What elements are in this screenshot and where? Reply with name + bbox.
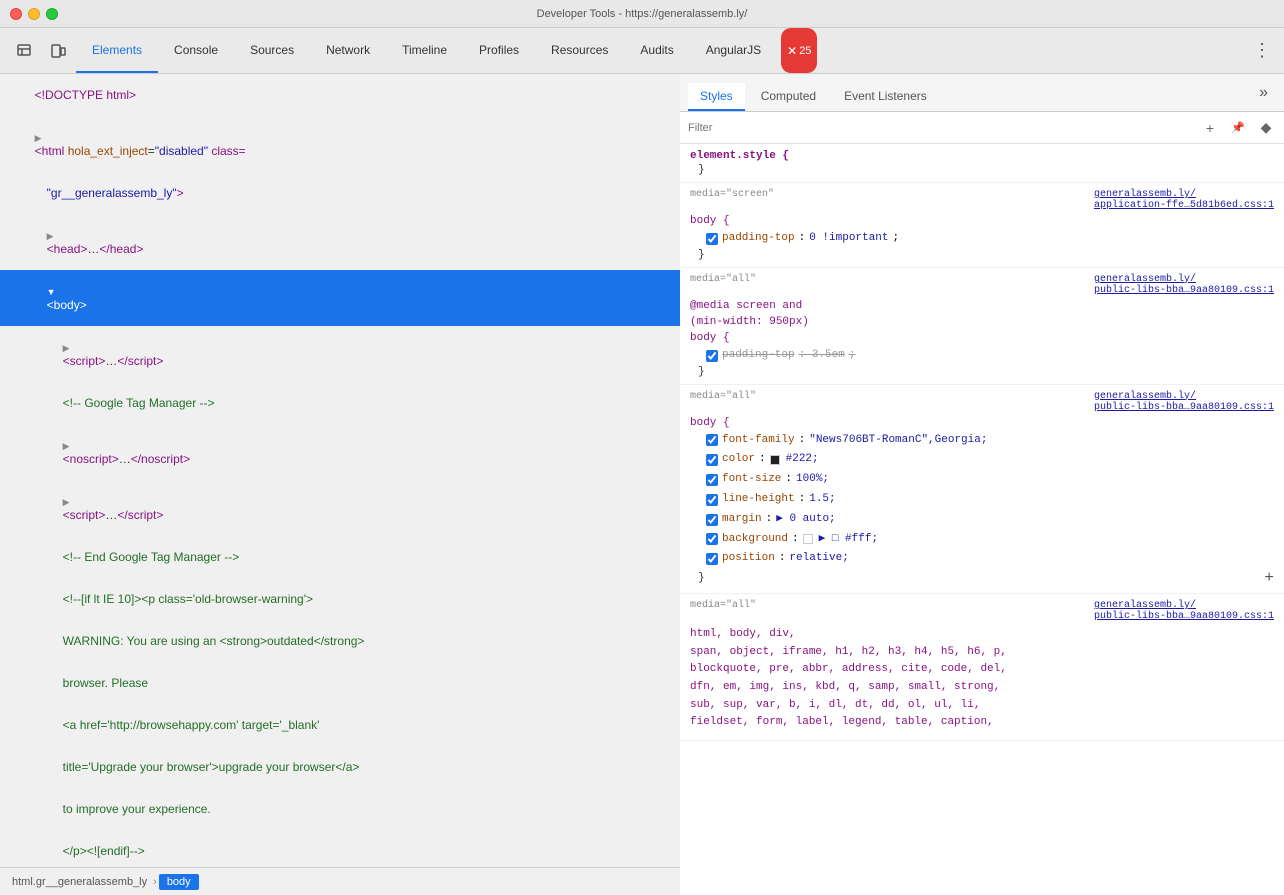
styles-panel: Styles Computed Event Listeners » + 📌 ◆ [680,74,1284,895]
title-bar: Developer Tools - https://generalassemb.… [0,0,1284,28]
maximize-button[interactable] [46,8,58,20]
css-rule-all-body-full: media="all" generalassemb.ly/public-libs… [680,385,1284,595]
color-format-button[interactable]: ◆ [1256,118,1276,138]
css-rule-screen-body: media="screen" generalassemb.ly/applicat… [680,183,1284,268]
traffic-lights [10,8,58,20]
html-line-comment-gtm-end: <!-- End Google Tag Manager --> [0,536,680,578]
css-rule-all-media-screen: media="all" generalassemb.ly/public-libs… [680,268,1284,385]
filter-icons: + 📌 ◆ [1200,118,1276,138]
main-content: <!DOCTYPE html> ▶ <html hola_ext_inject=… [0,74,1284,895]
styles-tabs: Styles Computed Event Listeners » [680,74,1284,112]
tab-angularjs[interactable]: AngularJS [690,28,777,73]
color-swatch-fff[interactable] [803,534,813,544]
css-prop-fs-checkbox[interactable] [706,474,718,486]
css-prop-padding-top-strikethrough: padding-top: 3.5em; [690,346,1274,366]
css-rule-selectors-header: media="all" generalassemb.ly/public-libs… [690,600,1274,622]
html-line-doctype: <!DOCTYPE html> [0,74,680,116]
tab-elements[interactable]: Elements [76,28,158,73]
color-swatch-222[interactable] [770,455,780,465]
css-rule-element-style: element.style { } [680,144,1284,183]
html-line-warning1: WARNING: You are using an <strong>outdat… [0,620,680,662]
html-line-comment-gtm: <!-- Google Tag Manager --> [0,382,680,424]
filter-input[interactable] [688,122,1200,134]
tab-timeline[interactable]: Timeline [386,28,463,73]
inspect-element-button[interactable] [8,35,40,67]
error-badge[interactable]: ✕ 25 [781,28,817,73]
css-rule-screen-header: media="screen" generalassemb.ly/applicat… [690,189,1274,211]
html-line-head[interactable]: ▶ <head>…</head> [0,214,680,270]
more-options-button[interactable]: ⋮ [1248,37,1276,65]
css-prop-position: position: relative; [690,549,1274,569]
css-prop-margin: margin: ▶ 0 auto; [690,510,1274,530]
html-line-warning3: to improve your experience. [0,788,680,830]
html-line-comment-ie10: <!--[if lt IE 10]><p class='old-browser-… [0,578,680,620]
device-toolbar-button[interactable] [42,35,74,67]
css-prop-checkbox[interactable] [706,233,718,245]
html-line-body-selected[interactable]: ▼ <body> [0,270,680,326]
minimize-button[interactable] [28,8,40,20]
css-prop-ff-checkbox[interactable] [706,434,718,446]
css-prop-font-family: font-family: "News706BT-RomanC",Georgia; [690,431,1274,451]
breadcrumb-body[interactable]: body [159,874,199,890]
css-prop-font-size: font-size: 100%; [690,470,1274,490]
tab-audits[interactable]: Audits [624,28,689,73]
tab-computed[interactable]: Computed [749,83,828,111]
css-source-link[interactable]: generalassemb.ly/application-ffe…5d81b6e… [1094,189,1274,211]
css-prop-checkbox-2[interactable] [706,350,718,362]
html-line-warning2: browser. Please [0,662,680,704]
html-line-noscript[interactable]: ▶ <noscript>…</noscript> [0,424,680,480]
styles-content[interactable]: element.style { } media="screen" general… [680,144,1284,895]
html-line-warning-link: <a href='http://browsehappy.com' target=… [0,704,680,746]
tab-console[interactable]: Console [158,28,234,73]
css-source-link-4[interactable]: generalassemb.ly/public-libs-bba…9aa8010… [1094,600,1274,622]
tab-event-listeners[interactable]: Event Listeners [832,83,939,111]
css-source-link-2[interactable]: generalassemb.ly/public-libs-bba…9aa8010… [1094,274,1274,296]
tab-resources[interactable]: Resources [535,28,624,73]
css-prop-bg-checkbox[interactable] [706,533,718,545]
css-prop-color: color: #222; [690,450,1274,470]
css-source-link-3[interactable]: generalassemb.ly/public-libs-bba…9aa8010… [1094,391,1274,413]
css-prop-color-checkbox[interactable] [706,454,718,466]
toolbar: Elements Console Sources Network Timelin… [0,28,1284,74]
html-line-warning4: </p><![endif]--> [0,830,680,872]
css-prop-line-height: line-height: 1.5; [690,490,1274,510]
toggle-element-state-button[interactable]: 📌 [1228,118,1248,138]
toolbar-tabs: Elements Console Sources Network Timelin… [76,28,817,73]
elements-panel-wrapper: <!DOCTYPE html> ▶ <html hola_ext_inject=… [0,74,680,895]
tab-network[interactable]: Network [310,28,386,73]
breadcrumb-html[interactable]: html.gr__generalassemb_ly [8,874,151,890]
breadcrumb-bar: html.gr__generalassemb_ly › body [0,867,680,895]
tab-sources[interactable]: Sources [234,28,310,73]
html-line-script2[interactable]: ▶ <script>…</script> [0,480,680,536]
html-line-script1[interactable]: ▶ <script>…</script> [0,326,680,382]
styles-tab-more-button[interactable]: » [1251,78,1276,108]
css-rule-full-header: media="all" generalassemb.ly/public-libs… [690,391,1274,413]
html-line-html-open[interactable]: ▶ <html hola_ext_inject="disabled" class… [0,116,680,172]
add-property-button[interactable]: + [1264,569,1274,587]
html-line-html-class: "gr__generalassemb_ly"> [0,172,680,214]
elements-panel[interactable]: <!DOCTYPE html> ▶ <html hola_ext_inject=… [0,74,680,895]
css-prop-margin-checkbox[interactable] [706,514,718,526]
tab-styles[interactable]: Styles [688,83,745,111]
add-style-rule-button[interactable]: + [1200,118,1220,138]
window-title: Developer Tools - https://generalassemb.… [537,8,748,20]
html-line-warning-title: title='Upgrade your browser'>upgrade you… [0,746,680,788]
css-rule-all-header: media="all" generalassemb.ly/public-libs… [690,274,1274,296]
css-prop-padding-top-0: padding-top: 0 !important; [690,229,1274,249]
tab-profiles[interactable]: Profiles [463,28,535,73]
css-rule-all-selectors: media="all" generalassemb.ly/public-libs… [680,594,1284,741]
close-button[interactable] [10,8,22,20]
css-prop-lh-checkbox[interactable] [706,494,718,506]
filter-bar: + 📌 ◆ [680,112,1284,144]
css-prop-background: background: ▶ □ #fff; [690,530,1274,550]
css-prop-pos-checkbox[interactable] [706,553,718,565]
css-rule-header: element.style { [690,150,1274,162]
